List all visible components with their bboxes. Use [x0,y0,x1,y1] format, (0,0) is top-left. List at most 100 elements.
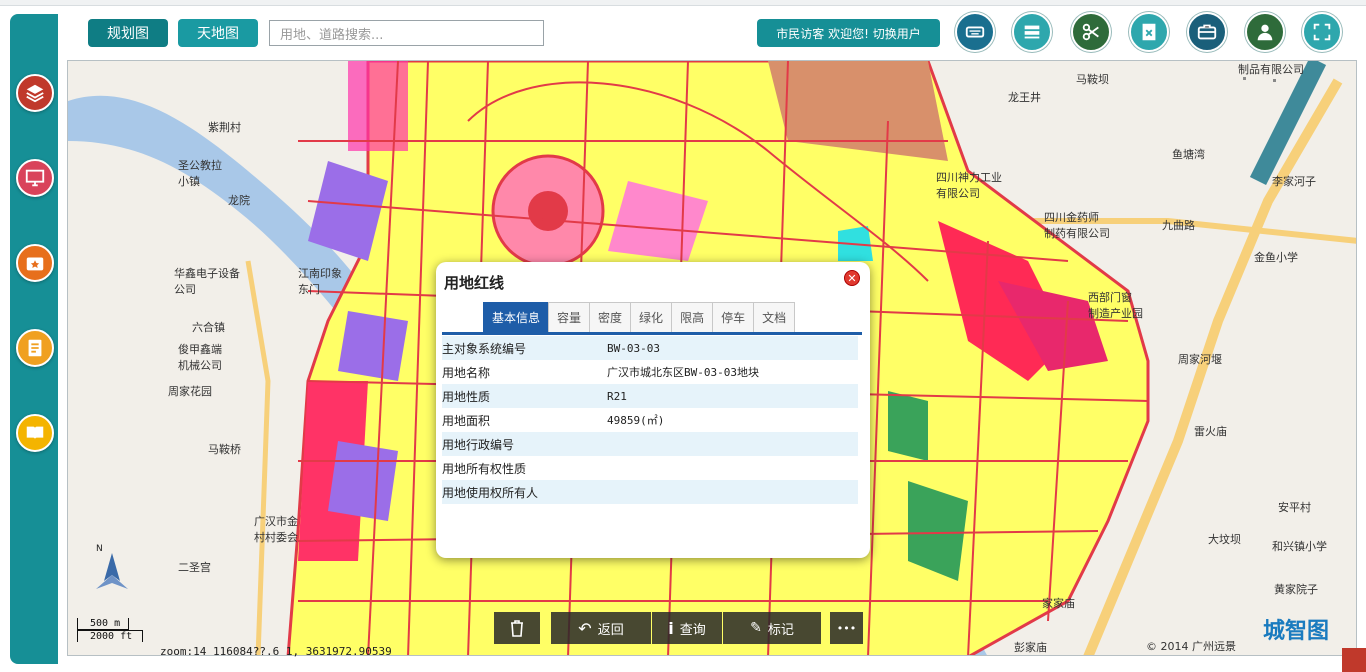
scale-bar: 500 m 2000 ft [77,618,143,642]
list-icon [1024,25,1040,39]
mark-label: 标记 [767,622,794,638]
monitor-icon [25,169,45,187]
attribute-key: 用地面积 [442,413,491,428]
mark-button[interactable]: ✎ 标记 [723,612,821,644]
tianditu-button[interactable]: 天地图 [178,19,258,47]
tab-basic-info[interactable]: 基本信息 [483,302,550,332]
map-label: 紫荆村 [208,121,241,134]
svg-text:N: N [96,544,103,554]
map-label: 鱼塘湾 [1172,148,1205,161]
tab-underline [442,332,862,335]
status-readout: zoom:14 116084??.6 1, 3631972.90539 [160,645,392,658]
favorites-button[interactable] [16,244,54,282]
app-root: 规划图 天地图 用地、道路搜索... 市民访客 欢迎您! 切换用户 紫荆村 圣公… [0,0,1366,672]
tab-density[interactable]: 密度 [589,302,632,332]
keyboard-icon [965,26,985,38]
back-button[interactable]: ↶ 返回 [551,612,651,644]
star-folder-icon [26,257,44,271]
user-tool-button[interactable] [1245,12,1285,52]
table-row: 主对象系统编号 BW-03-03 [442,336,858,360]
map-label: 李家河子 [1272,175,1316,188]
document-icon [28,339,42,357]
map-label: 西部门窗 制造产业园 [1088,291,1143,320]
map-label: 马鞍坝 [1076,73,1109,86]
land-info-popup: 用地红线 ✕ 基本信息 容量 密度 绿化 限高 停车 文档 主对象系统编号 BW… [436,262,870,558]
map-label: 和兴镇小学 [1272,540,1327,553]
attribute-key: 用地行政编号 [442,437,515,452]
document-button[interactable] [16,329,54,367]
north-arrow-icon: N [96,544,128,589]
copyright-text: © 2014 广州远景 [1146,640,1236,653]
search-input[interactable]: 用地、道路搜索... [269,20,544,46]
map-label: 九曲路 [1162,219,1195,232]
table-row: 用地面积 49859(㎡) [442,408,858,432]
map-label: 四川金药师 制药有限公司 [1044,211,1110,240]
fullscreen-tool-button[interactable] [1302,12,1342,52]
map-label: 黄家院子 [1274,583,1318,596]
tab-parking[interactable]: 停车 [712,302,755,332]
attribute-value: R21 [607,389,627,403]
attribute-value: 广汉市城北东区BW-03-03地块 [607,366,759,379]
attribute-key: 用地所有权性质 [442,461,527,476]
table-row: 用地使用权所有人 [442,480,858,504]
close-icon[interactable]: ✕ [844,270,860,286]
query-button[interactable]: i 查询 [652,612,722,644]
map-label: 大坟坝 [1208,533,1241,546]
map-label: 龙王井 [1008,91,1041,104]
table-row: 用地行政编号 [442,432,858,456]
popup-tabs: 基本信息 容量 密度 绿化 限高 停车 文档 [483,302,796,332]
export-tool-button[interactable] [1129,12,1169,52]
map-label: 圣公教拉 小镇 [178,159,222,188]
layers-button[interactable] [16,74,54,112]
map-label: 马鞍桥 [208,443,241,456]
map-label: 二圣宫 [178,561,211,574]
list-tool-button[interactable] [1012,12,1052,52]
map-label: 江南印象 东门 [298,267,342,296]
tab-height-limit[interactable]: 限高 [671,302,714,332]
layers-icon [26,84,44,103]
plan-map-button[interactable]: 规划图 [88,19,168,47]
switch-user-button[interactable]: 市民访客 欢迎您! 切换用户 [757,19,940,47]
table-row: 用地名称 广汉市城北东区BW-03-03地块 [442,360,858,384]
print-tool-button[interactable] [1187,12,1227,52]
export-icon [1142,23,1156,41]
browser-top-strip [0,0,1366,6]
briefcase-icon [1197,24,1217,40]
map-label: 制品有限公司 [1238,63,1304,76]
measure-tool-button[interactable] [1071,12,1111,52]
attribute-table: 主对象系统编号 BW-03-03 用地名称 广汉市城北东区BW-03-03地块 … [442,336,858,504]
book-button[interactable] [16,414,54,452]
popup-title: 用地红线 [444,274,505,292]
table-row: 用地所有权性质 [442,456,858,480]
map-label: 六合镇 [192,321,225,334]
attribute-value: BW-03-03 [607,341,660,355]
attribute-value: 49859(㎡) [607,414,665,427]
attribute-key: 用地性质 [442,389,491,404]
back-label: 返回 [597,622,624,638]
monitor-button[interactable] [16,159,54,197]
table-row: 用地性质 R21 [442,384,858,408]
map-label: 广汉市金 村村委会 [254,515,298,544]
corner-toggle[interactable] [1342,648,1366,672]
delete-button[interactable] [494,612,540,644]
tab-documents[interactable]: 文档 [753,302,796,332]
more-button[interactable]: ••• [830,612,863,644]
map-label: 周家河堰 [1178,353,1222,366]
query-label: 查询 [679,622,706,638]
keyboard-tool-button[interactable] [955,12,995,52]
info-icon: i [668,618,674,638]
tab-capacity[interactable]: 容量 [548,302,591,332]
user-icon [1257,24,1273,41]
book-icon [26,426,44,440]
tab-greening[interactable]: 绿化 [630,302,673,332]
scale-metric: 500 m [77,618,129,630]
trash-icon [511,620,523,637]
brand-logo: 城智图 [1262,619,1329,644]
pin-icon: ✎ [750,620,762,636]
map-label: 四川神力工业 有限公司 [936,171,1002,200]
more-icon: ••• [836,621,857,635]
attribute-key: 用地名称 [442,365,491,380]
attribute-key: 用地使用权所有人 [442,485,539,500]
map-label: 彭家庙 [1014,641,1047,654]
map-label: 雷火庙 [1194,425,1227,438]
